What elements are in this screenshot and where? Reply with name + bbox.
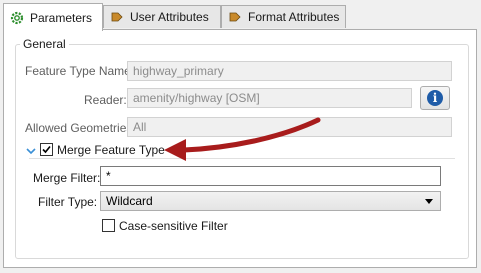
feature-type-name-field: highway_primary	[127, 61, 452, 81]
reader-label: Reader:	[84, 93, 127, 107]
group-title: General	[20, 37, 69, 51]
reader-field: amenity/highway [OSM]	[127, 88, 412, 108]
merge-feature-type-checkbox[interactable]	[40, 143, 53, 156]
gear-icon	[10, 11, 24, 25]
attribute-arrow-icon	[110, 10, 124, 24]
filter-type-value: Wildcard	[106, 194, 153, 208]
filter-type-label: Filter Type:	[38, 195, 98, 209]
case-sensitive-label: Case-sensitive Filter	[119, 219, 228, 233]
merge-filter-input[interactable]: *	[100, 166, 441, 186]
tab-label: Format Attributes	[248, 10, 340, 24]
filter-type-select[interactable]: Wildcard	[100, 191, 441, 211]
chevron-down-icon	[425, 199, 433, 204]
tab-label: User Attributes	[130, 10, 209, 24]
info-icon: i	[427, 90, 443, 106]
feature-type-name-label: Feature Type Name:	[25, 64, 135, 78]
tab-format-attributes[interactable]: Format Attributes	[221, 5, 346, 28]
attribute-arrow-icon	[228, 10, 242, 24]
tab-user-attributes[interactable]: User Attributes	[103, 5, 221, 28]
merge-filter-label: Merge Filter:	[33, 171, 101, 185]
merge-feature-type-label: Merge Feature Type	[57, 143, 165, 157]
reader-info-button[interactable]: i	[420, 86, 450, 110]
collapse-chevron-icon[interactable]	[26, 144, 36, 155]
allowed-geometries-label: Allowed Geometries:	[25, 121, 136, 135]
case-sensitive-checkbox[interactable]	[102, 219, 115, 232]
tab-parameters[interactable]: Parameters	[3, 3, 103, 31]
annotation-arrow	[164, 117, 321, 161]
tab-label: Parameters	[30, 10, 93, 25]
